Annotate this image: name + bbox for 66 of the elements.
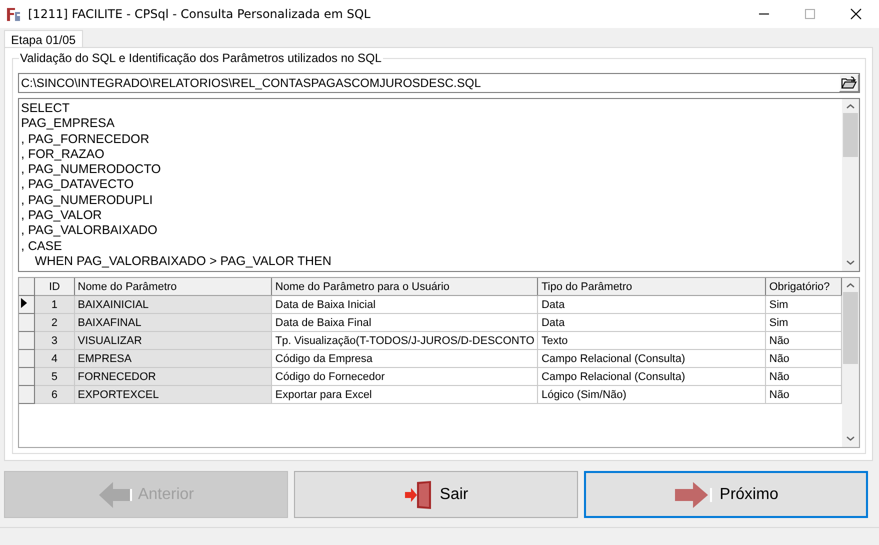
code-line: SELECT (21, 101, 71, 116)
app-icon (6, 6, 22, 22)
table-cell: Data de Baixa Inicial (272, 296, 538, 314)
column-header[interactable]: Nome do Parâmetro para o Usuário (272, 278, 538, 296)
code-line: , PAG_DATAVECTO (21, 177, 135, 193)
table-cell: Data (538, 296, 766, 314)
table-cell: EXPORTEXCEL (74, 386, 272, 404)
table-cell: Data de Baixa Final (272, 314, 538, 332)
file-path-field[interactable]: C:\SINCO\INTEGRADO\RELATORIOS\REL_CONTASPAGASCOMJUROSDESC.SQL (18, 73, 860, 93)
column-header[interactable]: Nome do Parâmetro (74, 278, 272, 296)
table-cell: 2 (34, 314, 74, 332)
code-line: , PAG_VALOR (21, 208, 103, 224)
left-arrow-icon (98, 480, 132, 510)
table-cell: Sim (766, 314, 842, 332)
table-cell: Data (538, 314, 766, 332)
table-cell: Lógico (Sim/Não) (538, 386, 766, 404)
code-line: PAG_EMPRESA (21, 116, 116, 132)
scroll-thumb[interactable] (843, 292, 858, 364)
code-line: , PAG_NUMERODUPLI (21, 192, 154, 208)
code-line: , FOR_RAZAO (21, 146, 106, 162)
table-cell: VISUALIZAR (74, 332, 272, 350)
column-header[interactable]: Tipo do Parâmetro (538, 278, 766, 296)
window-title: [1211] FACILITE - CPSql - Consulta Personalizada em SQL (28, 7, 370, 21)
code-line: , PAG_NUMERODOCTO (21, 162, 162, 178)
table-cell: Campo Relacional (Consulta) (538, 350, 766, 368)
next-button[interactable]: Próximo (584, 471, 868, 518)
table-cell: 5 (34, 368, 74, 386)
table-cell: Não (766, 332, 842, 350)
table-cell: Campo Relacional (Consulta) (538, 368, 766, 386)
table-cell: FORNECEDOR (74, 368, 272, 386)
row-indicator[interactable] (19, 296, 35, 314)
column-header[interactable]: Obrigatório? (766, 278, 842, 296)
table-cell: Código do Fornecedor (272, 368, 538, 386)
table-cell: 4 (34, 350, 74, 368)
open-file-button[interactable] (839, 74, 859, 92)
table-cell: 1 (34, 296, 74, 314)
table-cell: Exportar para Excel (272, 386, 538, 404)
right-arrow-icon (674, 480, 714, 510)
column-header[interactable]: ID (34, 278, 74, 296)
scrollbar[interactable] (842, 278, 859, 447)
scroll-thumb[interactable] (843, 113, 858, 157)
table-cell: Não (766, 368, 842, 386)
table-cell: Não (766, 350, 842, 368)
table-cell: Texto (538, 332, 766, 350)
table-cell: 6 (34, 386, 74, 404)
scrollbar[interactable] (842, 99, 859, 271)
group-title: Validação do SQL e Identificação dos Parâmetros utilizados no SQL (19, 51, 383, 65)
exit-button[interactable]: Sair (294, 471, 578, 518)
table-cell: BAIXAINICIAL (74, 296, 272, 314)
table-cell: Tp. Visualização(T-TODOS/J-JUROS/D-DESCONTO (272, 332, 538, 350)
table-cell: Sim (766, 296, 842, 314)
code-line: WHEN PAG_VALORBAIXADO > PAG_VALOR THEN (34, 254, 332, 270)
code-line: , PAG_FORNECEDOR (21, 132, 150, 147)
table-cell: EMPRESA (74, 350, 272, 368)
door-icon (404, 480, 434, 510)
tab[interactable]: Etapa 01/05 (4, 30, 83, 47)
table-cell: 3 (34, 332, 74, 350)
table-cell: BAIXAFINAL (74, 314, 272, 332)
sql-text-area[interactable]: SELECT PAG_EMPRESA , PAG_FORNECEDOR , FOR_RAZAO , PAG_NUMERODOCTO , PAG_DATAVECTO , PAG_NUMERODUPLI , PAG_VALOR , PAG_VALORBAIXADO , CASE WHEN PAG_VALORBAIXADO > PAG_VALOR THEN (18, 98, 860, 272)
close-icon[interactable] (850, 8, 862, 20)
grid-corner (19, 278, 35, 296)
code-line: , PAG_VALORBAIXADO (21, 223, 158, 239)
code-line: , CASE (21, 238, 63, 254)
table-cell: Código da Empresa (272, 350, 538, 368)
maximize-icon[interactable] (804, 8, 816, 20)
table-cell: Não (766, 386, 842, 404)
